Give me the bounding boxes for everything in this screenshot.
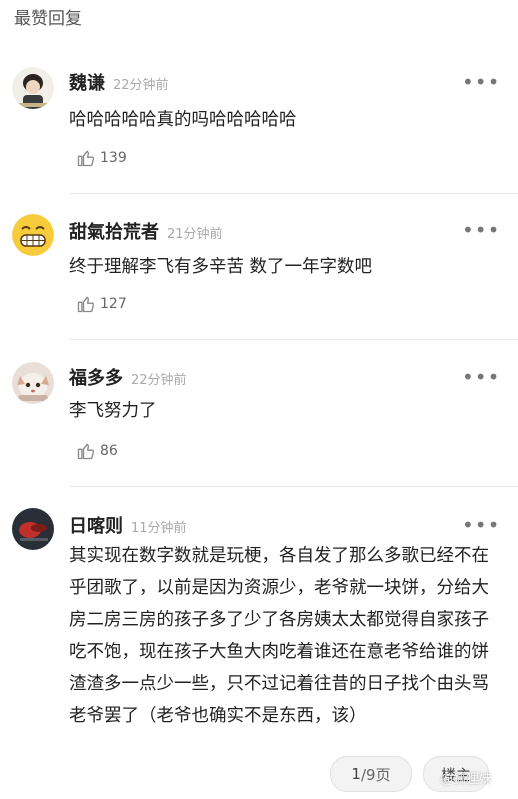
avatar[interactable] (12, 214, 54, 256)
avatar[interactable] (12, 362, 54, 404)
thumbs-up-icon (77, 150, 95, 167)
more-icon[interactable]: ••• (462, 513, 500, 537)
total-pages: /9页 (360, 765, 391, 784)
comment-text: 其实现在数字数就是玩梗，各自发了那么多歌已经不在乎团歌了，以前是因为资源少，老爷… (69, 546, 489, 726)
like-count: 127 (100, 296, 127, 312)
like-button[interactable]: 127 (76, 294, 127, 314)
divider (69, 486, 518, 487)
thumbs-up-icon (77, 296, 95, 313)
section-title: 最赞回复 (14, 9, 82, 29)
current-page: 1 (351, 765, 361, 783)
avatar[interactable] (12, 508, 54, 550)
like-button[interactable]: 86 (76, 441, 118, 461)
like-button[interactable]: 139 (76, 148, 127, 168)
commenter-name[interactable]: 福多多 22分钟前 (69, 364, 187, 390)
more-icon[interactable]: ••• (462, 218, 500, 242)
commenter-name[interactable]: 日喀则 11分钟前 (69, 512, 187, 538)
commenter-name[interactable]: 魏谦 22分钟前 (69, 69, 169, 95)
thumbs-up-icon (77, 443, 95, 460)
like-count: 86 (100, 443, 118, 459)
comment-time: 22分钟前 (131, 373, 187, 388)
avatar[interactable] (12, 67, 54, 109)
like-count: 139 (100, 150, 127, 166)
comment-time: 22分钟前 (113, 78, 169, 93)
comment-time: 11分钟前 (131, 521, 187, 536)
comment-text: 哈哈哈哈哈真的吗哈哈哈哈哈 (69, 110, 297, 130)
more-icon[interactable]: ••• (462, 365, 500, 389)
divider (69, 193, 518, 194)
page-indicator[interactable]: 1/9页 (330, 756, 412, 792)
divider (69, 339, 518, 340)
watermark: @狐狸妹 (440, 772, 493, 787)
comment-text: 李飞努力了 (69, 401, 157, 421)
comment-text: 终于理解李飞有多辛苦 数了一年字数吧 (69, 257, 373, 277)
commenter-name[interactable]: 甜氣拾荒者 21分钟前 (69, 218, 223, 244)
comment-time: 21分钟前 (167, 227, 223, 242)
more-icon[interactable]: ••• (462, 70, 500, 94)
